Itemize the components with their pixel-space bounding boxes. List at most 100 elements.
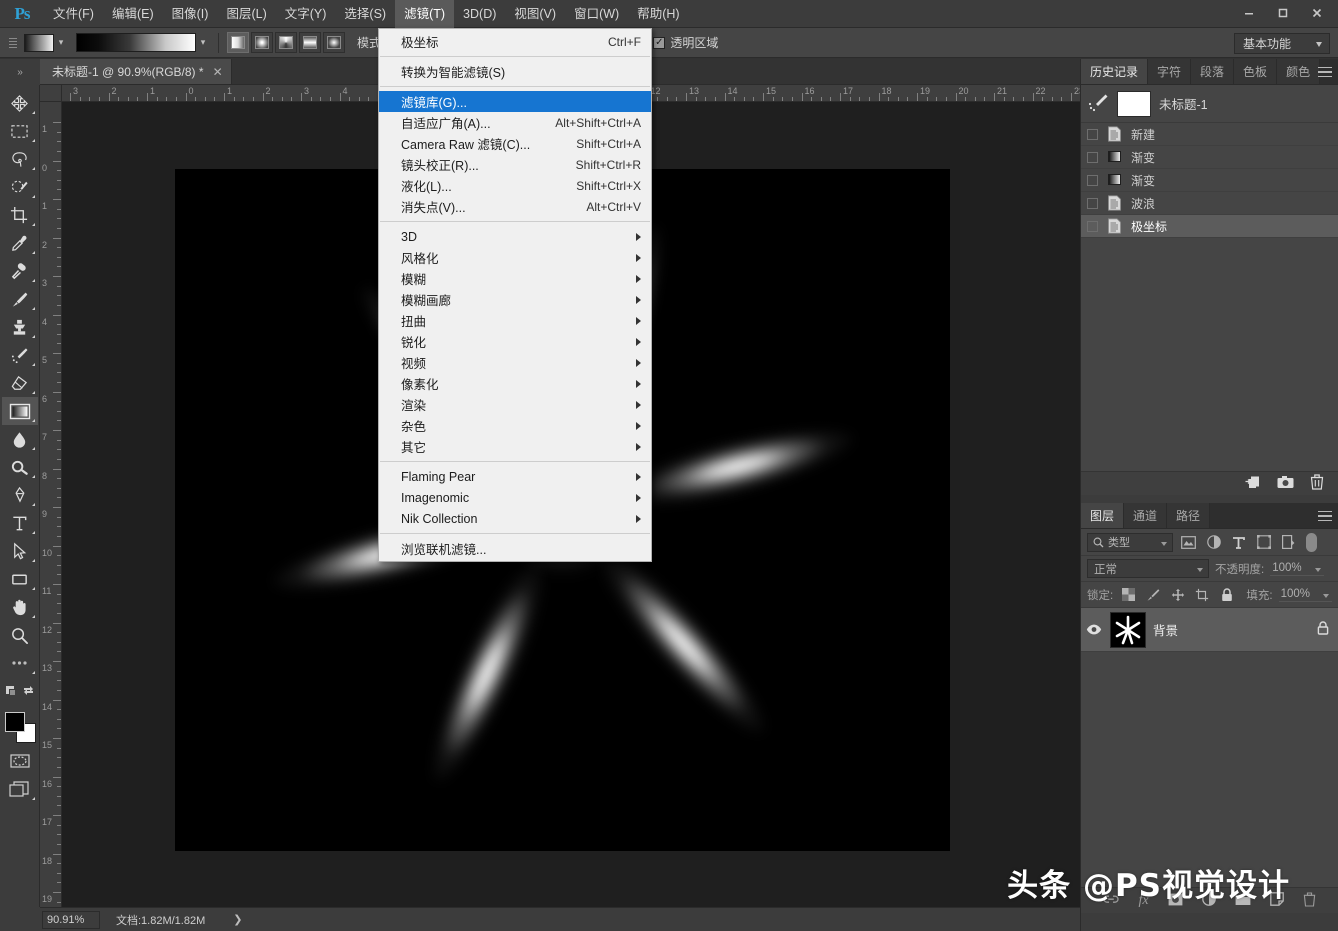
tab-图层[interactable]: 图层 (1081, 503, 1125, 528)
history-state-row[interactable]: 波浪 (1081, 192, 1338, 215)
lock-position-icon[interactable] (1168, 585, 1187, 604)
gradient-preset-chevron-icon[interactable]: ▾ (54, 34, 68, 52)
blend-mode-select[interactable]: 正常 (1087, 559, 1209, 578)
quick-mask-mode-icon[interactable] (2, 747, 38, 775)
history-snapshot-checkbox[interactable] (1087, 151, 1098, 163)
create-snapshot-icon[interactable] (1277, 475, 1294, 492)
create-document-from-state-icon[interactable] (1245, 475, 1261, 493)
filter-menu-item-18[interactable]: 像素化 (379, 373, 651, 394)
transparency-checkbox[interactable]: ✓ 透明区域 (653, 34, 718, 51)
history-snapshot-checkbox[interactable] (1087, 220, 1098, 232)
history-state-row[interactable]: 渐变 (1081, 146, 1338, 169)
minimize-icon[interactable] (1232, 2, 1266, 24)
menu-item-7[interactable]: 3D(D) (454, 0, 505, 28)
menu-item-1[interactable]: 编辑(E) (103, 0, 163, 28)
options-bar-handle[interactable] (6, 32, 20, 54)
screen-mode-icon[interactable] (2, 775, 38, 803)
rectangle-tool[interactable] (2, 565, 38, 593)
radial-gradient-button[interactable] (251, 32, 273, 53)
layer-row[interactable]: 背景 (1081, 608, 1338, 652)
history-brush-source-icon[interactable] (1087, 92, 1109, 115)
tab-路径[interactable]: 路径 (1167, 503, 1211, 528)
close-icon[interactable]: ✕ (213, 66, 223, 78)
history-snapshot-checkbox[interactable] (1087, 197, 1098, 209)
tab-段落[interactable]: 段落 (1191, 59, 1235, 84)
menu-item-8[interactable]: 视图(V) (505, 0, 565, 28)
menu-item-4[interactable]: 文字(Y) (276, 0, 336, 28)
menu-item-9[interactable]: 窗口(W) (565, 0, 628, 28)
vertical-ruler[interactable]: 101234567891011121314151617181920 (40, 102, 62, 907)
filter-menu-item-24[interactable]: Imagenomic (379, 487, 651, 508)
tab-色板[interactable]: 色板 (1234, 59, 1278, 84)
tab-颜色[interactable]: 颜色 (1277, 59, 1321, 84)
marquee-tool[interactable] (2, 117, 38, 145)
brush-tool[interactable] (2, 285, 38, 313)
pen-tool[interactable] (2, 481, 38, 509)
eye-icon[interactable] (1085, 624, 1103, 635)
gradient-tool[interactable] (1, 397, 38, 425)
history-state-row[interactable]: 极坐标 (1081, 215, 1338, 238)
menu-item-10[interactable]: 帮助(H) (628, 0, 688, 28)
filter-menu-dropdown[interactable]: 极坐标 Ctrl+F 转换为智能滤镜(S) 滤镜库(G)... 自适应广角(A)... A… (378, 28, 652, 562)
tab-通道[interactable]: 通道 (1124, 503, 1168, 528)
filter-menu-item-21[interactable]: 其它 (379, 436, 651, 457)
angle-gradient-button[interactable] (275, 32, 297, 53)
workspace-select[interactable]: 基本功能 (1234, 33, 1330, 54)
menu-item-6[interactable]: 滤镜(T) (395, 0, 455, 28)
filter-menu-item-17[interactable]: 视频 (379, 352, 651, 373)
path-selection-tool[interactable] (2, 537, 38, 565)
filter-menu-item-8[interactable]: 液化(L)... Shift+Ctrl+X (379, 175, 651, 196)
history-source-state[interactable]: 未标题-1 (1081, 85, 1338, 123)
filter-menu-item-14[interactable]: 模糊画廊 (379, 289, 651, 310)
lasso-tool[interactable] (2, 145, 38, 173)
filter-menu-item-5[interactable]: 自适应广角(A)... Alt+Shift+Ctrl+A (379, 112, 651, 133)
diamond-gradient-button[interactable] (323, 32, 345, 53)
filter-menu-item-15[interactable]: 扭曲 (379, 310, 651, 331)
more-tools[interactable] (2, 649, 38, 677)
filter-menu-item-13[interactable]: 模糊 (379, 268, 651, 289)
filter-menu-item-4[interactable]: 滤镜库(G)... (379, 91, 651, 112)
filter-menu-item-0[interactable]: 极坐标 Ctrl+F (379, 31, 651, 52)
delete-layer-icon[interactable] (1303, 891, 1316, 910)
menu-item-2[interactable]: 图像(I) (163, 0, 218, 28)
opacity-value[interactable]: 100% (1270, 562, 1324, 576)
filter-menu-item-19[interactable]: 渲染 (379, 394, 651, 415)
ruler-corner[interactable] (40, 85, 62, 102)
pixel-filter-icon[interactable] (1179, 533, 1198, 552)
tab-历史记录[interactable]: 历史记录 (1081, 59, 1149, 84)
filter-menu-item-23[interactable]: Flaming Pear (379, 466, 651, 487)
hand-tool[interactable] (2, 593, 38, 621)
quick-selection-tool[interactable] (2, 173, 38, 201)
filter-menu-item-16[interactable]: 锐化 (379, 331, 651, 352)
status-expand-icon[interactable]: ❯ (233, 913, 242, 926)
gradient-picker-chevron-icon[interactable]: ▾ (196, 34, 210, 52)
filter-enable-toggle[interactable] (1306, 532, 1317, 552)
tab-字符[interactable]: 字符 (1148, 59, 1192, 84)
linear-gradient-button[interactable] (227, 32, 249, 53)
panel-menu-icon[interactable] (1318, 509, 1332, 523)
delete-state-icon[interactable] (1310, 474, 1324, 493)
collapse-panels-icon[interactable]: » (0, 59, 40, 85)
filter-menu-item-11[interactable]: 3D (379, 226, 651, 247)
type-filter-icon[interactable] (1229, 533, 1248, 552)
filter-menu-item-25[interactable]: Nik Collection (379, 508, 651, 529)
filter-menu-item-2[interactable]: 转换为智能滤镜(S) (379, 61, 651, 82)
adjustment-filter-icon[interactable] (1204, 533, 1223, 552)
filter-menu-item-12[interactable]: 风格化 (379, 247, 651, 268)
lock-artboard-icon[interactable] (1193, 585, 1212, 604)
history-state-row[interactable]: 渐变 (1081, 169, 1338, 192)
lock-all-icon[interactable] (1218, 585, 1237, 604)
fill-value[interactable]: 100% (1278, 588, 1333, 602)
zoom-level-input[interactable]: 90.91% (42, 910, 100, 929)
gradient-tool-preset-icon[interactable] (24, 33, 54, 52)
move-tool[interactable] (2, 89, 38, 117)
crop-tool[interactable] (2, 201, 38, 229)
filter-menu-item-6[interactable]: Camera Raw 滤镜(C)... Shift+Ctrl+A (379, 133, 651, 154)
history-snapshot-checkbox[interactable] (1087, 128, 1098, 140)
menu-item-0[interactable]: 文件(F) (44, 0, 103, 28)
history-snapshot-checkbox[interactable] (1087, 174, 1098, 186)
document-tab[interactable]: 未标题-1 @ 90.9%(RGB/8) * ✕ (40, 59, 232, 84)
lock-transparent-icon[interactable] (1119, 585, 1138, 604)
foreground-background-color[interactable] (2, 711, 38, 745)
smart-object-filter-icon[interactable] (1279, 533, 1298, 552)
